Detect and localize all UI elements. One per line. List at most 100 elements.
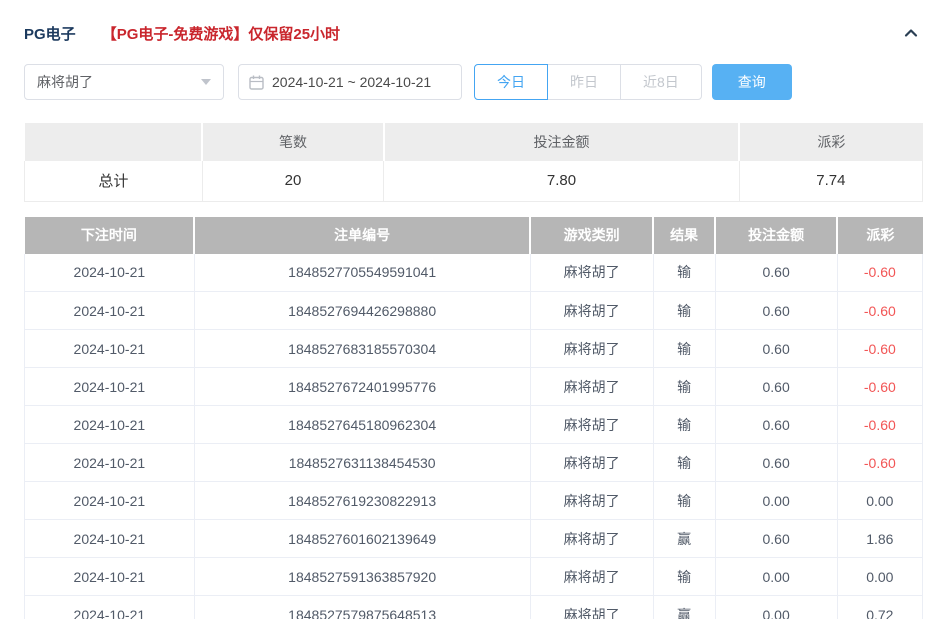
cell-bet-time: 2024-10-21 — [24, 291, 195, 330]
table-row: 2024-10-21 1848527619230822913 麻将胡了 输 0.… — [24, 481, 924, 520]
cell-order-no: 1848527619230822913 — [193, 481, 531, 520]
cell-payout: 0.00 — [836, 481, 924, 520]
cell-result: 输 — [652, 329, 716, 368]
cell-game: 麻将胡了 — [529, 253, 654, 292]
cell-payout: -0.60 — [836, 329, 924, 368]
cell-game: 麻将胡了 — [529, 329, 654, 368]
cell-order-no: 1848527683185570304 — [193, 329, 531, 368]
cell-game: 麻将胡了 — [529, 367, 654, 406]
cell-game: 麻将胡了 — [529, 595, 654, 619]
pg-games-panel: PG电子 【PG电子-免费游戏】仅保留25小时 麻将胡了 2024-10-21 … — [0, 0, 947, 619]
cell-bet-time: 2024-10-21 — [24, 481, 195, 520]
cell-bet: 0.60 — [714, 329, 838, 368]
collapse-panel-button[interactable] — [899, 21, 923, 45]
summary-table: 笔数 投注金额 派彩 总计 20 7.80 7.74 — [24, 123, 924, 202]
cell-result: 赢 — [652, 595, 716, 619]
cell-order-no: 1848527631138454530 — [193, 443, 531, 482]
chevron-up-icon — [902, 24, 920, 42]
cell-result: 输 — [652, 443, 716, 482]
table-row: 2024-10-21 1848527591363857920 麻将胡了 输 0.… — [24, 557, 924, 596]
cell-bet: 0.00 — [714, 557, 838, 596]
page-title: PG电子 — [24, 25, 76, 43]
range-today-button[interactable]: 今日 — [474, 64, 548, 100]
panel-header: PG电子 【PG电子-免费游戏】仅保留25小时 — [24, 0, 923, 44]
range-yesterday-button[interactable]: 昨日 — [547, 64, 621, 100]
cell-result: 输 — [652, 291, 716, 330]
cell-payout: -0.60 — [836, 253, 924, 292]
cell-bet-time: 2024-10-21 — [24, 329, 195, 368]
cell-order-no: 1848527672401995776 — [193, 367, 531, 406]
header-order-no: 注单编号 — [194, 216, 532, 254]
cell-bet-time: 2024-10-21 — [24, 443, 195, 482]
cell-payout: 0.00 — [836, 557, 924, 596]
cell-result: 输 — [652, 367, 716, 406]
range-last8days-button[interactable]: 近8日 — [620, 64, 702, 100]
summary-header-payout: 派彩 — [739, 123, 923, 161]
bet-table-header-row: 下注时间 注单编号 游戏类别 结果 投注金额 派彩 — [24, 216, 923, 254]
summary-total-bet-amount: 7.80 — [383, 161, 740, 202]
cell-game: 麻将胡了 — [529, 443, 654, 482]
header-result: 结果 — [653, 216, 717, 254]
header-bet-amount: 投注金额 — [715, 216, 839, 254]
summary-total-payout: 7.74 — [738, 161, 924, 202]
table-row: 2024-10-21 1848527694426298880 麻将胡了 输 0.… — [24, 291, 924, 330]
game-select-value: 麻将胡了 — [37, 74, 93, 90]
cell-payout: -0.60 — [836, 405, 924, 444]
cell-payout: 1.86 — [836, 519, 924, 558]
cell-payout: -0.60 — [836, 443, 924, 482]
free-game-notice: 【PG电子-免费游戏】仅保留25小时 — [101, 25, 341, 43]
cell-order-no: 1848527579875648513 — [193, 595, 531, 619]
cell-result: 赢 — [652, 519, 716, 558]
cell-bet-time: 2024-10-21 — [24, 557, 195, 596]
quick-range-group: 今日 昨日 近8日 — [474, 64, 702, 100]
caret-down-icon — [201, 79, 211, 85]
cell-game: 麻将胡了 — [529, 519, 654, 558]
calendar-icon — [249, 75, 264, 90]
cell-payout: -0.60 — [836, 367, 924, 406]
cell-game: 麻将胡了 — [529, 557, 654, 596]
cell-payout: -0.60 — [836, 291, 924, 330]
cell-bet-time: 2024-10-21 — [24, 253, 195, 292]
summary-header-blank — [24, 123, 204, 161]
cell-bet-time: 2024-10-21 — [24, 595, 195, 619]
summary-header-row: 笔数 投注金额 派彩 — [24, 123, 923, 161]
cell-result: 输 — [652, 253, 716, 292]
table-row: 2024-10-21 1848527672401995776 麻将胡了 输 0.… — [24, 367, 924, 406]
cell-result: 输 — [652, 557, 716, 596]
cell-result: 输 — [652, 405, 716, 444]
cell-bet: 0.60 — [714, 443, 838, 482]
table-row: 2024-10-21 1848527683185570304 麻将胡了 输 0.… — [24, 329, 924, 368]
game-select[interactable]: 麻将胡了 — [24, 64, 224, 100]
date-range-value: 2024-10-21 ~ 2024-10-21 — [272, 74, 432, 90]
cell-bet-time: 2024-10-21 — [24, 405, 195, 444]
cell-game: 麻将胡了 — [529, 291, 654, 330]
cell-result: 输 — [652, 481, 716, 520]
table-row: 2024-10-21 1848527601602139649 麻将胡了 赢 0.… — [24, 519, 924, 558]
cell-order-no: 1848527694426298880 — [193, 291, 531, 330]
date-range-input[interactable]: 2024-10-21 ~ 2024-10-21 — [238, 64, 462, 100]
summary-header-bet-amount: 投注金额 — [383, 123, 741, 161]
cell-order-no: 1848527645180962304 — [193, 405, 531, 444]
cell-bet: 0.60 — [714, 519, 838, 558]
cell-game: 麻将胡了 — [529, 405, 654, 444]
summary-total-count: 20 — [201, 161, 385, 202]
header-game-category: 游戏类别 — [530, 216, 655, 254]
header-payout: 派彩 — [837, 216, 923, 254]
table-row: 2024-10-21 1848527631138454530 麻将胡了 输 0.… — [24, 443, 924, 482]
cell-bet-time: 2024-10-21 — [24, 367, 195, 406]
summary-total-label: 总计 — [24, 161, 203, 202]
filter-bar: 麻将胡了 2024-10-21 ~ 2024-10-21 今日 昨日 近8日 查… — [24, 64, 923, 100]
table-row: 2024-10-21 1848527705549591041 麻将胡了 输 0.… — [24, 253, 924, 292]
cell-bet: 0.00 — [714, 481, 838, 520]
cell-bet: 0.60 — [714, 405, 838, 444]
summary-header-count: 笔数 — [202, 123, 385, 161]
cell-order-no: 1848527705549591041 — [193, 253, 531, 292]
header-bet-time: 下注时间 — [24, 216, 196, 254]
cell-bet: 0.60 — [714, 253, 838, 292]
cell-game: 麻将胡了 — [529, 481, 654, 520]
cell-order-no: 1848527591363857920 — [193, 557, 531, 596]
table-row: 2024-10-21 1848527579875648513 麻将胡了 赢 0.… — [24, 595, 924, 619]
search-button[interactable]: 查询 — [711, 64, 792, 100]
cell-bet: 0.60 — [714, 367, 838, 406]
cell-order-no: 1848527601602139649 — [193, 519, 531, 558]
